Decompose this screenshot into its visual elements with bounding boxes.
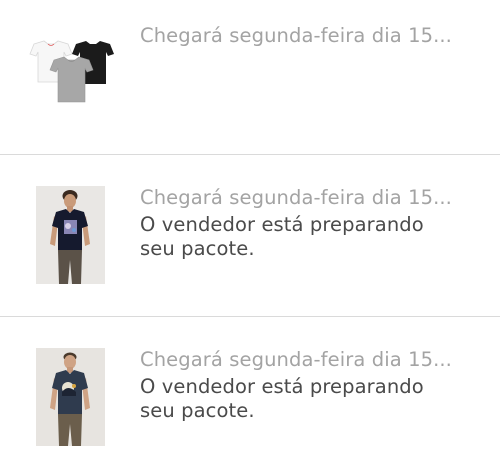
order-status-text: O vendedor está preparando seu pacote. [140, 375, 424, 422]
delivery-date-text: Chegará segunda-feira dia 15... [140, 186, 452, 209]
order-status-text: O vendedor está preparando seu pacote. [140, 213, 424, 260]
order-item[interactable]: Chegará segunda-feira dia 15... O vended… [0, 317, 500, 466]
delivery-date-text: Chegará segunda-feira dia 15... [140, 348, 452, 371]
man-navy-tshirt-image [36, 348, 105, 446]
order-text: Chegará segunda-feira dia 15... O vended… [140, 186, 464, 261]
three-t-shirts-image [26, 38, 116, 106]
man-black-tshirt-image [36, 186, 105, 284]
order-item[interactable]: Chegará segunda-feira dia 15... O vended… [0, 155, 500, 316]
order-text: Chegará segunda-feira dia 15... O vended… [140, 348, 464, 423]
delivery-date-text: Chegará segunda-feira dia 15... [140, 24, 452, 47]
order-list: Chegará segunda-feira dia 15... Chegará … [0, 0, 500, 466]
order-item[interactable]: Chegará segunda-feira dia 15... [0, 0, 500, 154]
order-text: Chegará segunda-feira dia 15... [140, 24, 464, 48]
